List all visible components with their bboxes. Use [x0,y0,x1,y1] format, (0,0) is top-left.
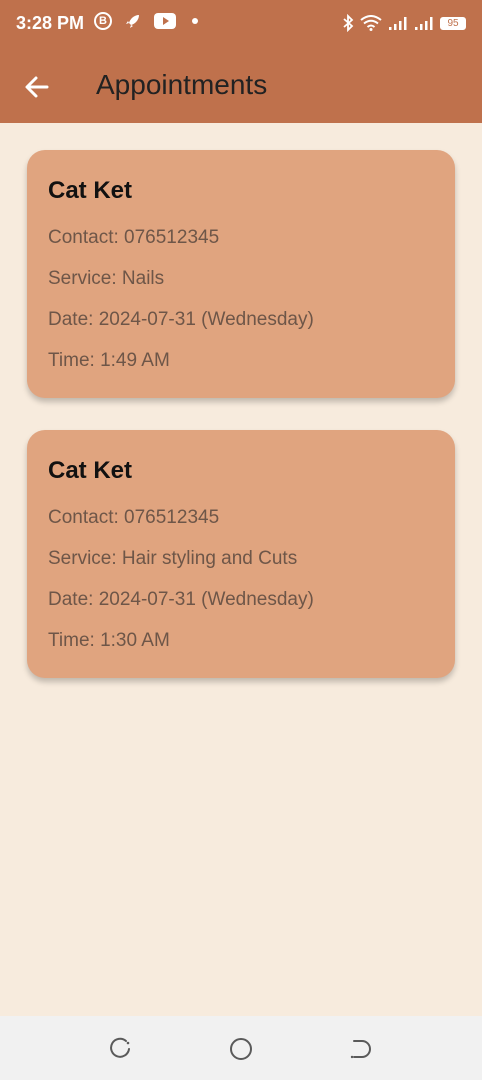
recent-apps-icon[interactable] [108,1036,134,1062]
service-text: Service: Hair styling and Cuts [48,548,298,569]
wifi-icon [360,15,382,31]
app-bar: 3:28 PM B 95 Appointments [0,0,482,123]
appointment-card[interactable]: Cat Ket Contact: 076512345 Service: Hair… [27,430,455,678]
contact-text: Contact: 076512345 [48,227,220,248]
battery-level: 95 [447,17,459,29]
date-text: Date: 2024-07-31 (Wednesday) [48,589,314,610]
signal-icon [389,17,407,30]
system-nav-bar [0,1016,482,1080]
date-text: Date: 2024-07-31 (Wednesday) [48,309,314,330]
client-name: Cat Ket [48,177,133,204]
dot-icon [192,18,198,24]
signal-icon [415,17,433,30]
youtube-icon [154,13,176,29]
time-text: Time: 1:49 AM [48,350,170,371]
appointment-list: Cat Ket Contact: 076512345 Service: Nail… [27,150,455,710]
arrow-left-icon[interactable] [22,72,52,102]
time-text: Time: 1:30 AM [48,630,170,651]
contact-text: Contact: 076512345 [48,507,220,528]
client-name: Cat Ket [48,457,133,484]
home-icon[interactable] [228,1036,254,1062]
b-circle-icon: B [94,12,112,30]
page-title: Appointments [96,69,268,100]
status-time: 3:28 PM [16,13,85,33]
status-bar: 3:28 PM B 95 [0,0,482,48]
service-text: Service: Nails [48,268,165,289]
appointment-card[interactable]: Cat Ket Contact: 076512345 Service: Nail… [27,150,455,398]
battery-icon: 95 [440,16,466,30]
back-gesture-icon[interactable] [348,1036,374,1062]
rocket-icon [126,15,139,28]
bluetooth-icon [343,14,354,32]
